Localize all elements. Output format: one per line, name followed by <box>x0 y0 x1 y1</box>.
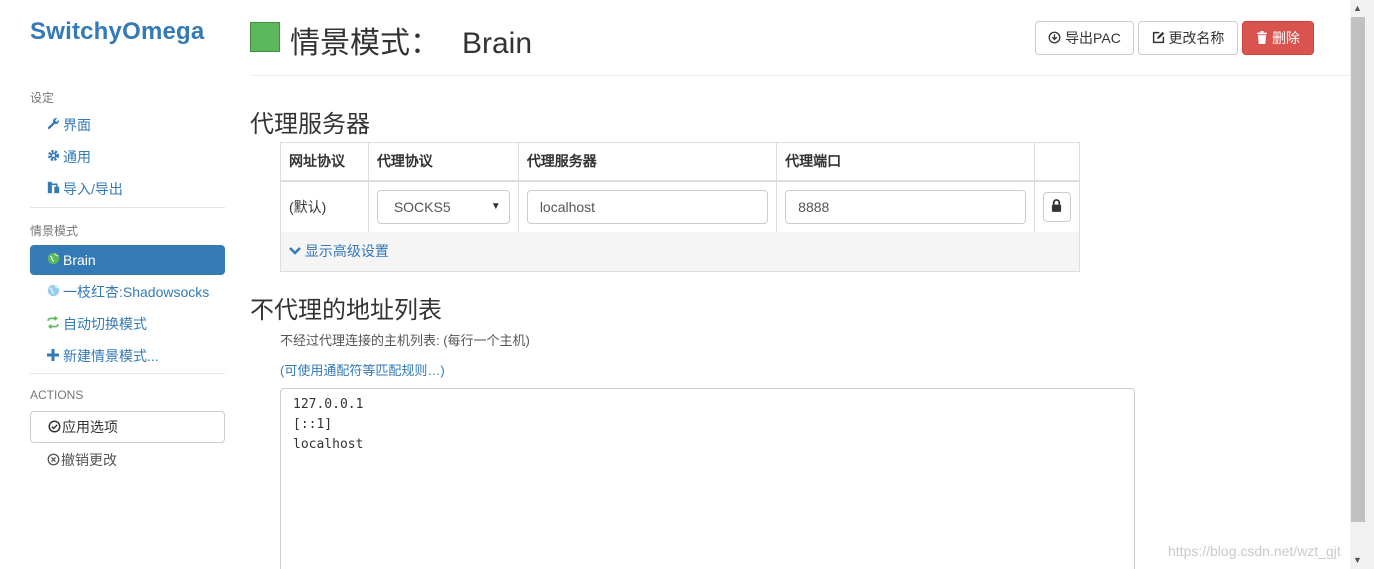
wrench-icon <box>45 111 61 141</box>
sidebar-item-label: 自动切换模式 <box>63 316 147 332</box>
sidebar-item-label: 一枝红杏:Shadowsocks <box>63 284 210 300</box>
sidebar: SwitchyOmega 设定 界面 通用 导入/导出 情景模式 Brain 一… <box>0 0 240 569</box>
trash-icon <box>1256 30 1268 46</box>
rename-button[interactable]: 更改名称 <box>1138 21 1238 55</box>
apply-options-label: 应用选项 <box>62 419 118 435</box>
chevron-down-icon <box>289 243 301 259</box>
download-icon <box>1048 30 1061 46</box>
sidebar-item-new-profile[interactable]: 新建情景模式... <box>30 341 225 371</box>
scroll-up-icon[interactable]: ▲ <box>1353 3 1362 13</box>
discard-changes-label: 撤销更改 <box>61 452 117 468</box>
delete-label: 删除 <box>1271 30 1300 46</box>
col-lock-header <box>1033 142 1081 182</box>
divider <box>30 373 225 374</box>
col-scheme-header: 网址协议 <box>280 142 369 182</box>
sidebar-item-profile-brain[interactable]: Brain <box>30 245 225 275</box>
apply-options-button[interactable]: 应用选项 <box>30 411 225 443</box>
divider <box>30 207 225 208</box>
bypass-entry: 127.0.0.1 <box>293 397 364 412</box>
sidebar-item-import-export[interactable]: 导入/导出 <box>30 174 225 204</box>
edit-icon <box>1152 30 1165 46</box>
auth-lock-button[interactable] <box>1042 191 1071 222</box>
wildcard-rules-link[interactable]: (可使用通配符等匹配规则…) <box>280 360 445 379</box>
server-cell: localhost <box>517 180 778 233</box>
watermark: https://blog.csdn.net/wzt_gjt <box>1168 543 1341 559</box>
import-export-icon <box>45 175 61 205</box>
col-protocol-header: 代理协议 <box>367 142 519 182</box>
bypass-entry: [::1] <box>293 417 333 432</box>
page-title: 情景模式： Brain <box>290 18 532 62</box>
sidebar-item-label: 界面 <box>63 117 91 133</box>
delete-button[interactable]: 删除 <box>1242 21 1314 55</box>
scrollbar-thumb[interactable] <box>1351 17 1365 522</box>
actions-header: ACTIONS <box>30 388 84 402</box>
globe-icon <box>45 246 61 276</box>
profiles-header: 情景模式 <box>30 224 79 238</box>
sidebar-item-profile-auto-switch[interactable]: 自动切换模式 <box>30 309 225 339</box>
server-input[interactable]: localhost <box>526 189 769 224</box>
protocol-value: SOCKS5 <box>393 198 451 215</box>
sidebar-item-interface[interactable]: 界面 <box>30 110 225 140</box>
show-advanced-toggle[interactable]: 显示高级设置 <box>280 232 1080 272</box>
protocol-select[interactable]: SOCKS5 ▼ <box>376 189 510 224</box>
bypass-list-title: 不代理的地址列表 <box>250 297 442 324</box>
close-circle-icon <box>45 445 61 475</box>
sidebar-item-profile-shadowsocks[interactable]: 一枝红杏:Shadowsocks <box>30 277 225 307</box>
discard-changes-button[interactable]: 撤销更改 <box>30 445 225 475</box>
bypass-list-textarea[interactable]: 127.0.0.1 [::1] localhost <box>280 388 1135 569</box>
col-server-header: 代理服务器 <box>517 142 778 182</box>
globe-icon <box>45 278 61 308</box>
sidebar-item-general[interactable]: 通用 <box>30 142 225 172</box>
port-input[interactable]: 8888 <box>785 189 1026 224</box>
col-port-header: 代理端口 <box>776 142 1035 182</box>
table-row: (默认) SOCKS5 ▼ localhost 8888 <box>280 180 1081 233</box>
show-advanced-label: 显示高级设置 <box>304 243 389 259</box>
export-pac-label: 导出PAC <box>1065 30 1121 46</box>
switch-icon <box>45 310 61 340</box>
scroll-down-icon[interactable]: ▼ <box>1353 555 1362 565</box>
header-divider <box>250 75 1350 76</box>
caret-down-icon: ▼ <box>490 200 501 212</box>
gear-icon <box>45 143 61 173</box>
profile-name: Brain <box>462 27 533 60</box>
plus-icon <box>45 342 61 372</box>
export-pac-button[interactable]: 导出PAC <box>1035 21 1134 55</box>
settings-header: 设定 <box>30 91 55 105</box>
sidebar-item-label: 新建情景模式... <box>63 348 159 364</box>
lock-icon <box>1051 198 1062 215</box>
page-title-prefix: 情景模式： <box>290 27 440 60</box>
sidebar-item-label: Brain <box>63 252 96 268</box>
brand-logo[interactable]: SwitchyOmega <box>30 18 204 46</box>
proxy-servers-table: 网址协议 代理协议 代理服务器 代理端口 (默认) SOCKS5 ▼ local… <box>280 142 1081 233</box>
main-content: 情景模式： Brain 导出PAC 更改名称 删除 代理服务器 网址协议 代理协议… <box>250 0 1350 569</box>
bypass-help-text: 不经过代理连接的主机列表: (每行一个主机) <box>280 333 530 348</box>
sidebar-item-label: 通用 <box>63 149 91 165</box>
profile-color-swatch[interactable] <box>250 22 280 52</box>
protocol-cell: SOCKS5 ▼ <box>367 180 519 233</box>
scheme-cell: (默认) <box>280 180 369 233</box>
sidebar-item-label: 导入/导出 <box>63 181 123 197</box>
proxy-servers-title: 代理服务器 <box>250 111 370 138</box>
port-cell: 8888 <box>776 180 1035 233</box>
check-circle-icon <box>46 412 62 442</box>
lock-cell <box>1033 180 1081 233</box>
bypass-entry: localhost <box>293 437 364 452</box>
rename-label: 更改名称 <box>1168 30 1225 46</box>
